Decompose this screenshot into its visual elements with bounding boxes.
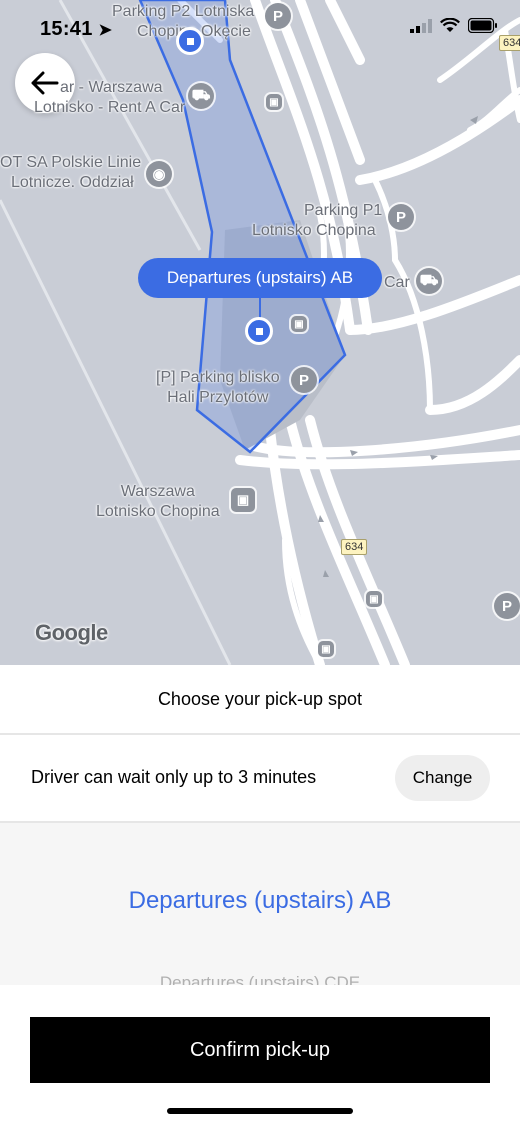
car-rental-poi-icon[interactable]: ⛟	[188, 83, 214, 109]
google-logo: Google	[35, 620, 108, 645]
pickup-pin-label[interactable]: Departures (upstairs) AB	[138, 258, 382, 298]
wait-time-row: Driver can wait only up to 3 minutes Cha…	[0, 735, 520, 821]
bus-stop-icon[interactable]: ▣	[266, 94, 282, 110]
map-label-lot: OT SA Polskie Linie Lotnicze. Oddział	[0, 154, 142, 191]
cellular-signal-icon	[410, 18, 432, 33]
parking-poi-icon[interactable]: P	[388, 204, 414, 230]
camera-poi-icon[interactable]: ◉	[146, 161, 172, 187]
status-time: 15:41 ➤	[40, 18, 113, 40]
confirm-pickup-button[interactable]: Confirm pick-up	[30, 1017, 490, 1083]
home-indicator	[167, 1108, 353, 1114]
battery-icon	[468, 18, 497, 33]
wifi-icon	[440, 18, 460, 32]
selected-pickup-marker[interactable]	[245, 317, 273, 345]
status-icons	[410, 18, 498, 33]
parking-poi-icon[interactable]: P	[265, 3, 291, 29]
map-label-station: Warszawa Lotnisko Chopina	[96, 483, 220, 520]
sheet-title: Choose your pick-up spot	[157, 688, 363, 709]
road-shield: 634	[499, 35, 520, 51]
road-shield: 634	[341, 539, 368, 555]
bus-stop-icon[interactable]: ▣	[291, 316, 307, 332]
parking-poi-icon[interactable]: P	[494, 593, 520, 619]
parking-poi-icon[interactable]: P	[291, 367, 317, 393]
map-view[interactable]: 15:41 ➤ Parking P2 Lotniska Chopina Okęc…	[0, 0, 520, 665]
car-rental-poi-icon[interactable]: ⛟	[416, 268, 442, 294]
train-station-poi-icon[interactable]: ▣	[231, 488, 255, 512]
pickup-pin-text: Departures (upstairs) AB	[166, 268, 354, 287]
picker-option[interactable]: Departures (upstairs) CDE	[0, 973, 520, 985]
wait-time-text: Driver can wait only up to 3 minutes	[31, 767, 317, 787]
picker-option-selected[interactable]: Departures (upstairs) AB	[0, 887, 520, 915]
map-label-rent-a-car: ar - Warszawa Lotnisko - Rent A Car	[34, 79, 186, 116]
bus-stop-icon[interactable]: ▣	[366, 591, 382, 607]
location-arrow-icon: ➤	[98, 22, 113, 39]
map-label-parking-hali: [P] Parking blisko Hali Przylotów	[156, 369, 280, 406]
pickup-sheet: Choose your pick-up spot Driver can wait…	[0, 665, 520, 1125]
map-label-parking-p1: Parking P1 Lotnisko Chopina	[252, 202, 383, 239]
map-label-car: Car	[384, 274, 410, 291]
change-button[interactable]: Change	[395, 755, 490, 801]
pickup-spot-picker[interactable]: Departures (upstairs) AB Departures (ups…	[0, 823, 520, 985]
bus-stop-icon[interactable]: ▣	[318, 641, 334, 657]
pickup-point-marker[interactable]	[176, 27, 204, 55]
